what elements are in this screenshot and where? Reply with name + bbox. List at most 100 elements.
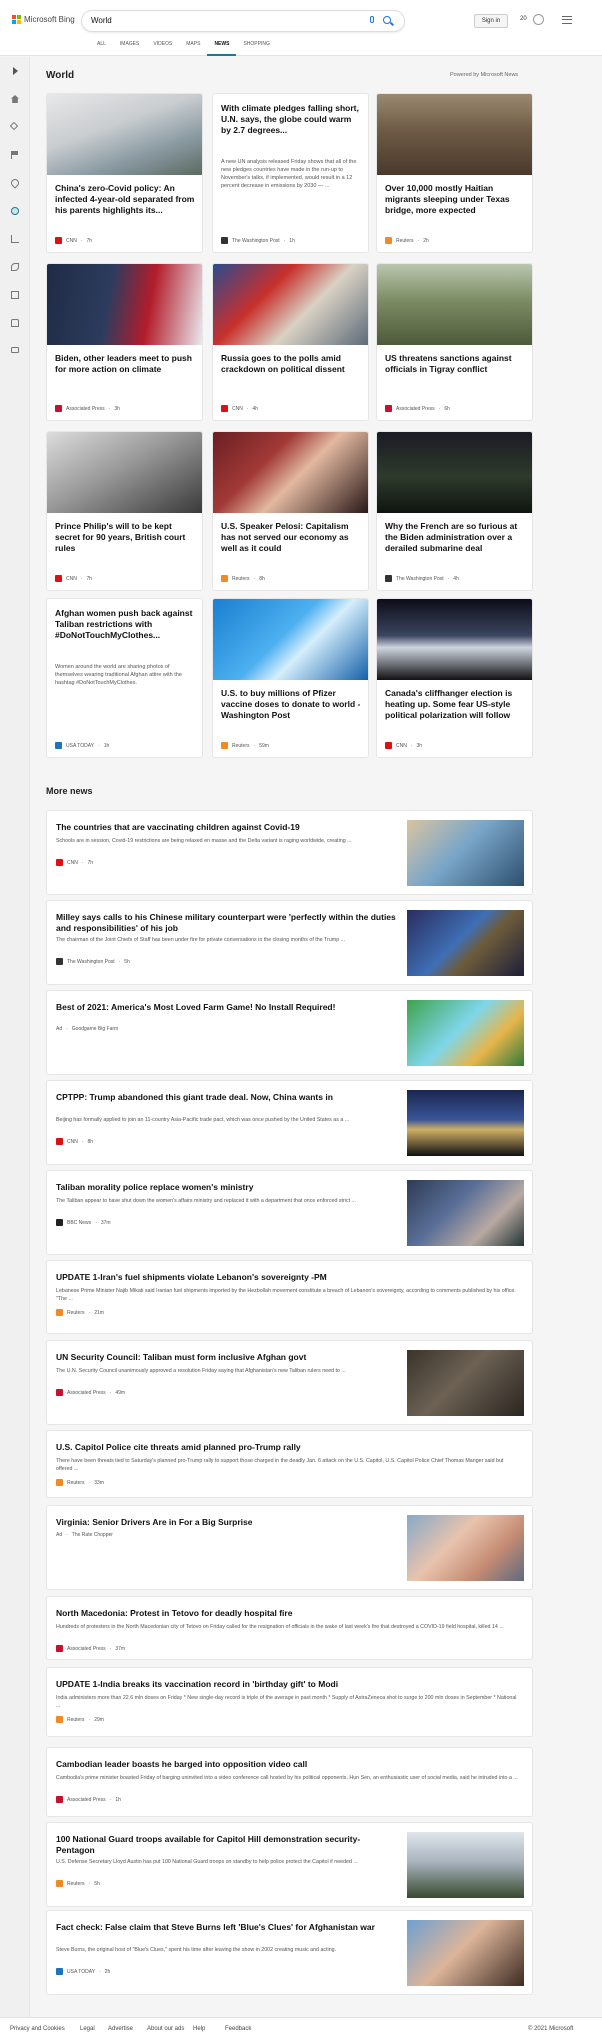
lifestyle-icon[interactable] bbox=[11, 319, 19, 327]
more-news-item[interactable]: U.S. Capitol Police cite threats amid pl… bbox=[46, 1430, 533, 1498]
tab-videos[interactable]: VIDEOS bbox=[146, 40, 179, 56]
search-input[interactable]: World bbox=[91, 16, 112, 25]
footer-link[interactable]: Feedback bbox=[225, 2026, 251, 2032]
news-card[interactable]: Biden, other leaders meet to push for mo… bbox=[46, 263, 203, 421]
more-news-item[interactable]: Taliban morality police replace women's … bbox=[46, 1170, 533, 1255]
rewards-count[interactable]: 20 bbox=[520, 16, 527, 22]
more-news-title[interactable]: UPDATE 1-India breaks its vaccination re… bbox=[56, 1679, 521, 1690]
location-icon[interactable] bbox=[9, 177, 21, 189]
search-box[interactable]: World bbox=[82, 11, 404, 31]
footer-link[interactable]: About our ads bbox=[147, 2026, 184, 2032]
more-news-title[interactable]: CPTPP: Trump abandoned this giant trade … bbox=[56, 1092, 396, 1103]
globe-icon[interactable] bbox=[11, 207, 19, 215]
more-news-item[interactable]: UPDATE 1-India breaks its vaccination re… bbox=[46, 1667, 533, 1737]
tab-news[interactable]: NEWS bbox=[207, 40, 237, 56]
news-card-title[interactable]: Prince Philip's will to be kept secret f… bbox=[55, 521, 195, 554]
news-card[interactable]: Over 10,000 mostly Haitian migrants slee… bbox=[376, 93, 533, 253]
home-icon[interactable] bbox=[11, 95, 19, 103]
news-thumbnail[interactable] bbox=[47, 264, 202, 345]
news-thumbnail[interactable] bbox=[407, 820, 524, 886]
news-thumbnail[interactable] bbox=[377, 432, 532, 513]
news-card[interactable]: With climate pledges falling short, U.N.… bbox=[212, 93, 369, 253]
news-card[interactable]: Russia goes to the polls amid crackdown … bbox=[212, 263, 369, 421]
tab-shopping[interactable]: SHOPPING bbox=[236, 40, 276, 56]
entertainment-icon[interactable] bbox=[11, 291, 19, 299]
news-card-title[interactable]: US threatens sanctions against officials… bbox=[385, 353, 525, 375]
more-news-title[interactable]: North Macedonia: Protest in Tetovo for d… bbox=[56, 1608, 521, 1619]
more-news-item[interactable]: Best of 2021: America's Most Loved Farm … bbox=[46, 990, 533, 1075]
more-news-title[interactable]: UPDATE 1-Iran's fuel shipments violate L… bbox=[56, 1272, 521, 1283]
news-card-title[interactable]: Afghan women push back against Taliban r… bbox=[55, 608, 195, 641]
footer-link[interactable]: Advertise bbox=[108, 2026, 133, 2032]
news-thumbnail[interactable] bbox=[377, 94, 532, 175]
more-news-title[interactable]: Taliban morality police replace women's … bbox=[56, 1182, 396, 1193]
tab-images[interactable]: IMAGES bbox=[113, 40, 146, 56]
news-card[interactable]: US threatens sanctions against officials… bbox=[376, 263, 533, 421]
news-card-title[interactable]: Why the French are so furious at the Bid… bbox=[385, 521, 525, 554]
news-thumbnail[interactable] bbox=[407, 910, 524, 976]
more-news-item[interactable]: Fact check: False claim that Steve Burns… bbox=[46, 1910, 533, 1995]
footer-link[interactable]: Legal bbox=[80, 2026, 95, 2032]
news-thumbnail[interactable] bbox=[47, 432, 202, 513]
more-news-title[interactable]: Best of 2021: America's Most Loved Farm … bbox=[56, 1002, 396, 1013]
news-card-title[interactable]: Biden, other leaders meet to push for mo… bbox=[55, 353, 195, 375]
news-thumbnail[interactable] bbox=[407, 1090, 524, 1156]
more-news-item[interactable]: Virginia: Senior Drivers Are in For a Bi… bbox=[46, 1505, 533, 1590]
more-news-title[interactable]: UN Security Council: Taliban must form i… bbox=[56, 1352, 396, 1363]
news-thumbnail[interactable] bbox=[213, 432, 368, 513]
news-card-title[interactable]: China's zero-Covid policy: An infected 4… bbox=[55, 183, 195, 216]
news-card[interactable]: China's zero-Covid policy: An infected 4… bbox=[46, 93, 203, 253]
more-news-title[interactable]: U.S. Capitol Police cite threats amid pl… bbox=[56, 1442, 521, 1453]
more-news-title[interactable]: The countries that are vaccinating child… bbox=[56, 822, 396, 833]
news-thumbnail[interactable] bbox=[213, 264, 368, 345]
news-thumbnail[interactable] bbox=[407, 1515, 524, 1581]
footer-link[interactable]: Privacy and Cookies bbox=[10, 2026, 65, 2032]
more-news-item[interactable]: Cambodian leader boasts he barged into o… bbox=[46, 1747, 533, 1817]
more-news-title[interactable]: Milley says calls to his Chinese militar… bbox=[56, 912, 396, 934]
news-card[interactable]: Why the French are so furious at the Bid… bbox=[376, 431, 533, 591]
news-thumbnail[interactable] bbox=[47, 94, 202, 175]
sports-icon[interactable] bbox=[9, 121, 19, 131]
tab-all[interactable]: ALL bbox=[90, 40, 113, 56]
news-card-title[interactable]: U.S. to buy millions of Pfizer vaccine d… bbox=[221, 688, 361, 721]
footer-link[interactable]: Help bbox=[193, 2026, 205, 2032]
sign-in-button[interactable]: Sign in bbox=[474, 14, 508, 28]
menu-icon[interactable] bbox=[562, 16, 572, 24]
more-news-item[interactable]: UN Security Council: Taliban must form i… bbox=[46, 1340, 533, 1425]
science-icon[interactable] bbox=[11, 263, 19, 271]
more-news-title[interactable]: Virginia: Senior Drivers Are in For a Bi… bbox=[56, 1517, 396, 1528]
more-news-item[interactable]: UPDATE 1-Iran's fuel shipments violate L… bbox=[46, 1260, 533, 1334]
rewards-trophy-icon[interactable] bbox=[533, 14, 544, 25]
more-news-item[interactable]: North Macedonia: Protest in Tetovo for d… bbox=[46, 1596, 533, 1660]
more-news-item[interactable]: Milley says calls to his Chinese militar… bbox=[46, 900, 533, 985]
news-card[interactable]: U.S. Speaker Pelosi: Capitalism has not … bbox=[212, 431, 369, 591]
news-card[interactable]: U.S. to buy millions of Pfizer vaccine d… bbox=[212, 598, 369, 758]
more-news-item[interactable]: 100 National Guard troops available for … bbox=[46, 1822, 533, 1907]
more-news-title[interactable]: Fact check: False claim that Steve Burns… bbox=[56, 1922, 396, 1933]
news-card-title[interactable]: U.S. Speaker Pelosi: Capitalism has not … bbox=[221, 521, 361, 554]
more-news-item[interactable]: The countries that are vaccinating child… bbox=[46, 810, 533, 895]
microphone-icon[interactable] bbox=[370, 16, 374, 23]
expand-arrow-icon[interactable] bbox=[13, 67, 18, 75]
news-card-title[interactable]: Over 10,000 mostly Haitian migrants slee… bbox=[385, 183, 525, 216]
news-thumbnail[interactable] bbox=[407, 1350, 524, 1416]
more-news-item[interactable]: CPTPP: Trump abandoned this giant trade … bbox=[46, 1080, 533, 1165]
flag-icon[interactable] bbox=[11, 151, 19, 159]
news-thumbnail[interactable] bbox=[407, 1832, 524, 1898]
news-card[interactable]: Afghan women push back against Taliban r… bbox=[46, 598, 203, 758]
news-thumbnail[interactable] bbox=[407, 1920, 524, 1986]
news-card-title[interactable]: Russia goes to the polls amid crackdown … bbox=[221, 353, 361, 375]
news-thumbnail[interactable] bbox=[377, 599, 532, 680]
business-icon[interactable] bbox=[11, 235, 19, 243]
news-thumbnail[interactable] bbox=[213, 599, 368, 680]
more-news-title[interactable]: Cambodian leader boasts he barged into o… bbox=[56, 1759, 521, 1770]
news-card-title[interactable]: With climate pledges falling short, U.N.… bbox=[221, 103, 361, 136]
news-card-title[interactable]: Canada's cliffhanger election is heating… bbox=[385, 688, 525, 721]
bing-logo[interactable]: Microsoft Bing bbox=[12, 15, 75, 24]
more-news-title[interactable]: 100 National Guard troops available for … bbox=[56, 1834, 396, 1856]
news-thumbnail[interactable] bbox=[377, 264, 532, 345]
news-thumbnail[interactable] bbox=[407, 1000, 524, 1066]
search-icon[interactable] bbox=[383, 16, 391, 24]
news-thumbnail[interactable] bbox=[407, 1180, 524, 1246]
tab-maps[interactable]: MAPS bbox=[179, 40, 207, 56]
